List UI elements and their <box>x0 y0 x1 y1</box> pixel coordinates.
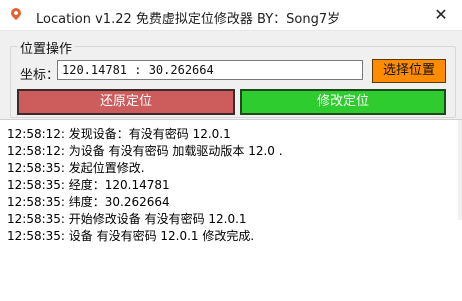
restore-location-button[interactable]: 还原定位 <box>17 89 235 115</box>
select-location-button[interactable]: 选择位置 <box>372 59 446 83</box>
title-bar: Location v1.22 免费虚拟定位修改器 BY：Song7岁 ✕ <box>0 0 462 31</box>
coord-label: 坐标： <box>20 68 60 83</box>
control-panel: 位置操作 坐标： 120.14781 : 30.262664 选择位置 还原定位… <box>0 31 462 119</box>
log-line: 12:58:35: 纬度：30.262664 <box>7 195 170 209</box>
log-scrollbar[interactable] <box>458 120 462 220</box>
groupbox-legend: 位置操作 <box>18 38 75 57</box>
log-line: 12:58:12: 发现设备：有没有密码 12.0.1 <box>7 127 231 141</box>
log-line: 12:58:35: 经度：120.14781 <box>7 178 170 192</box>
close-button[interactable]: ✕ <box>426 3 456 27</box>
modify-location-button[interactable]: 修改定位 <box>240 89 446 115</box>
location-pin-icon <box>8 5 24 21</box>
log-line: 12:58:35: 开始修改设备 有没有密码 12.0.1 <box>7 212 247 226</box>
log-line: 12:58:35: 设备 有没有密码 12.0.1 修改完成. <box>7 229 255 243</box>
window-title: Location v1.22 免费虚拟定位修改器 BY：Song7岁 <box>36 12 341 27</box>
log-line: 12:58:12: 为设备 有没有密码 加载驱动版本 12.0 . <box>7 144 283 158</box>
coord-input[interactable]: 120.14781 : 30.262664 <box>57 60 363 80</box>
log-area[interactable]: 12:58:12: 发现设备：有没有密码 12.0.1 12:58:12: 为设… <box>0 119 462 301</box>
close-icon: ✕ <box>434 5 448 24</box>
log-line: 12:58:35: 发起位置修改. <box>7 161 145 175</box>
